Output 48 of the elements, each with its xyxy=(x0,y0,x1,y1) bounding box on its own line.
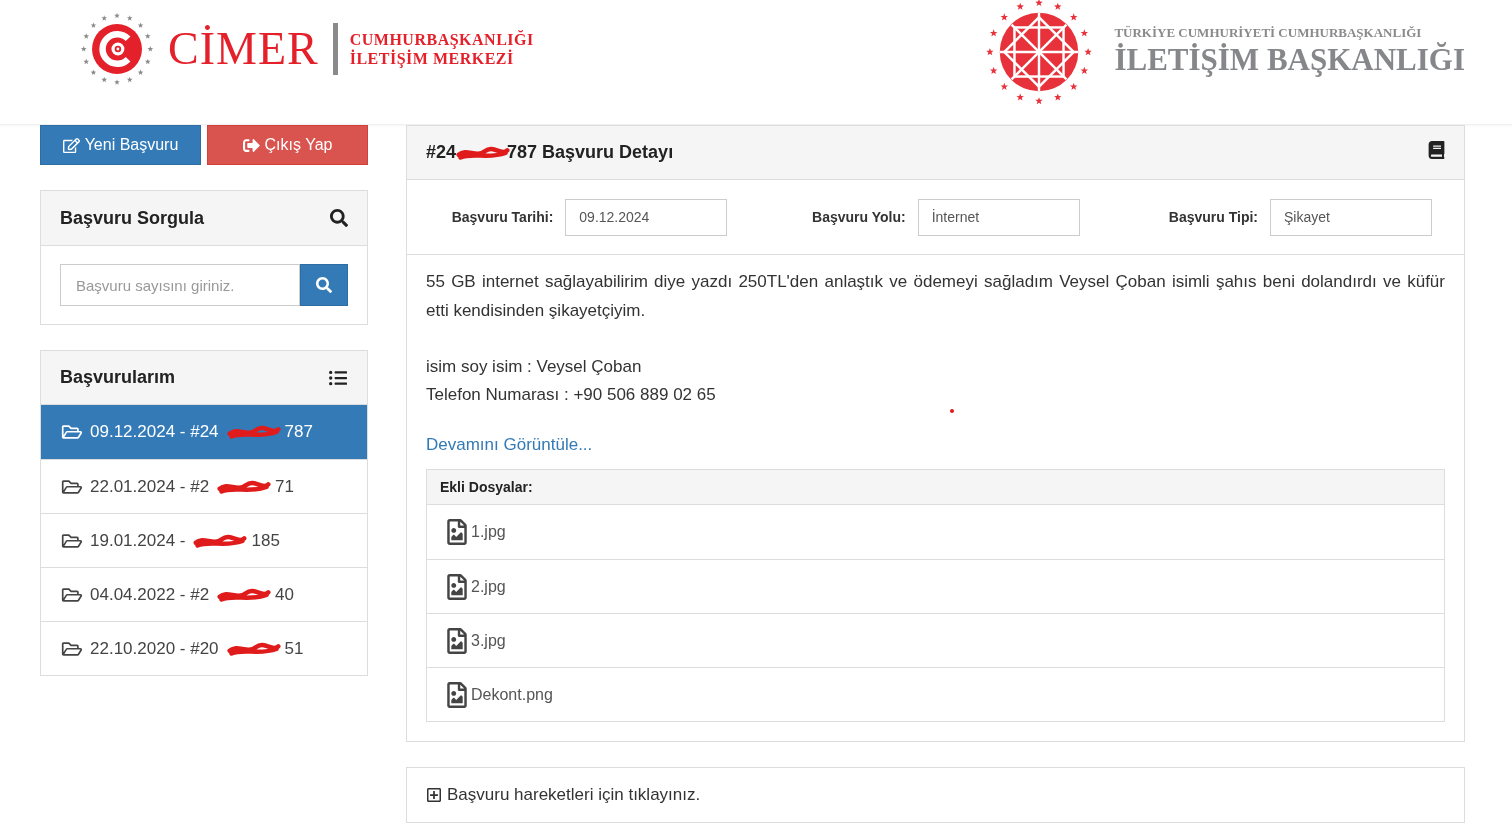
application-list-item[interactable]: 09.12.2024 - #24 787 xyxy=(41,405,367,459)
folder-icon xyxy=(61,531,83,550)
show-more-link[interactable]: Devamını Görüntüle... xyxy=(426,433,593,457)
panel-title: Başvuru Sorgula xyxy=(60,206,205,230)
folder-icon xyxy=(61,585,83,604)
search-icon xyxy=(316,277,332,293)
folder-icon xyxy=(61,423,83,441)
panel-title: 787 Başvuru Detayı xyxy=(507,141,674,164)
list-icon xyxy=(328,368,348,387)
history-toggle[interactable]: Başvuru hareketleri için tıklayınız. xyxy=(406,767,1465,823)
attachment-link[interactable]: Dekont.png xyxy=(446,681,553,708)
search-button[interactable] xyxy=(300,264,348,306)
scribble-icon xyxy=(225,423,282,441)
new-application-button[interactable]: Yeni Başvuru xyxy=(40,125,201,165)
description-text: Telefon Numarası : +90 506 889 02 65 xyxy=(426,384,717,406)
readonly-field[interactable]: 09.12.2024 xyxy=(565,198,728,236)
attachment-link[interactable]: 2.jpg xyxy=(446,573,506,600)
readonly-field[interactable]: İnternet xyxy=(917,198,1080,236)
logo-text: İLETİŞİM MERKEZİ xyxy=(349,49,514,68)
image-file-icon xyxy=(446,573,468,600)
image-file-icon xyxy=(446,519,468,545)
logo-text: CUMHURBAŞKANLIĞI xyxy=(349,30,534,49)
description-text: isim soy isim : Veysel Çoban xyxy=(426,356,643,378)
search-icon xyxy=(330,209,348,227)
logout-button[interactable]: Çıkış Yap xyxy=(207,125,368,165)
attachment-link[interactable]: 3.jpg xyxy=(446,627,506,654)
edit-icon xyxy=(62,136,80,154)
sign-out-icon xyxy=(242,136,260,154)
expand-icon xyxy=(426,787,442,803)
field-label: Başvuru Tarihi: xyxy=(451,207,554,227)
search-field[interactable]: Başvuru sayısını giriniz. xyxy=(60,264,300,306)
field-label: Başvuru Tipi: xyxy=(1168,207,1258,227)
attachment-link[interactable]: 1.jpg xyxy=(446,519,506,545)
image-file-icon xyxy=(446,627,468,654)
logo-text: TÜRKİYE CUMHURİYETİ CUMHURBAŞKANLIĞI xyxy=(1114,25,1423,41)
image-file-icon xyxy=(446,681,468,708)
panel-title: Başvurularım xyxy=(60,366,176,389)
field-label: Başvuru Yolu: xyxy=(812,207,906,227)
folder-icon xyxy=(61,477,83,496)
readonly-field[interactable]: Şikayet xyxy=(1270,198,1432,236)
description-text: 55 GB internet sağlayabilirim diye yazdı 250TL'den anlaştık ve ödemeyi sağladım Veysel Çoban isimli şahıs beni dolandırdı ve küfür etti kendisinden şikayetçiyim. xyxy=(426,271,1445,322)
emblem-icon xyxy=(80,12,154,86)
application-number: #24 xyxy=(426,141,457,164)
logo-text: İLETİŞİM BAŞKANLIĞI xyxy=(1114,41,1465,79)
logo-wordmark: CİMER xyxy=(168,26,319,72)
book-icon xyxy=(1428,140,1445,159)
panel-title: Ekli Dosyalar: xyxy=(440,477,533,497)
folder-icon xyxy=(61,639,83,658)
